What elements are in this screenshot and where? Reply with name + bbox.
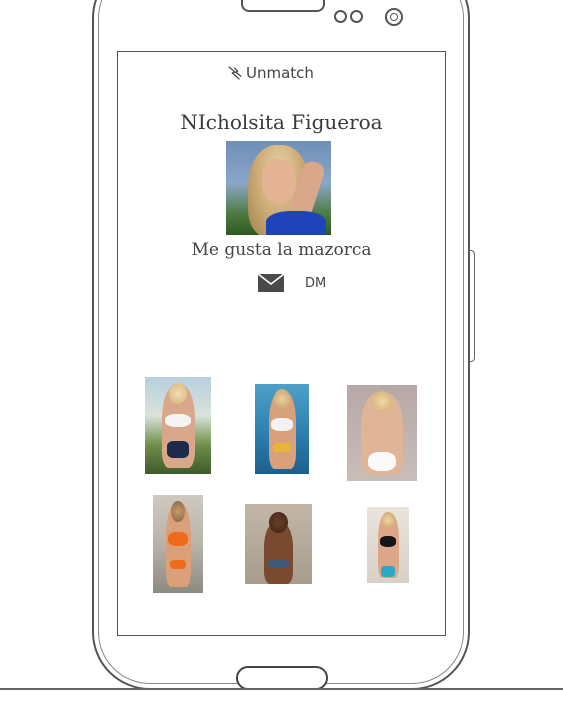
floor-line [0, 688, 563, 690]
profile-bio: Me gusta la mazorca [191, 240, 372, 260]
gallery-photo-2[interactable] [255, 384, 309, 474]
light-sensor [350, 10, 363, 23]
envelope-icon [257, 273, 285, 292]
side-key [468, 250, 475, 362]
home-button[interactable] [236, 666, 328, 690]
gallery-photo-6[interactable] [367, 507, 409, 583]
unmatch-button[interactable]: Unmatch [226, 64, 314, 82]
dm-button[interactable]: DM [257, 272, 326, 294]
gallery-photo-1[interactable] [145, 377, 211, 474]
gallery-photo-5[interactable] [245, 504, 312, 584]
gallery-photo-4[interactable] [153, 495, 203, 593]
unmatch-label: Unmatch [246, 64, 314, 82]
profile-avatar[interactable] [226, 141, 331, 235]
broken-heart-bolt-icon [228, 66, 242, 80]
dm-label: DM [305, 275, 327, 291]
front-camera-icon [385, 8, 403, 26]
profile-name: NIcholsita Figueroa [180, 110, 383, 134]
gallery-photo-3[interactable] [347, 385, 417, 481]
proximity-sensor [334, 10, 347, 23]
earpiece-speaker [241, 0, 325, 12]
